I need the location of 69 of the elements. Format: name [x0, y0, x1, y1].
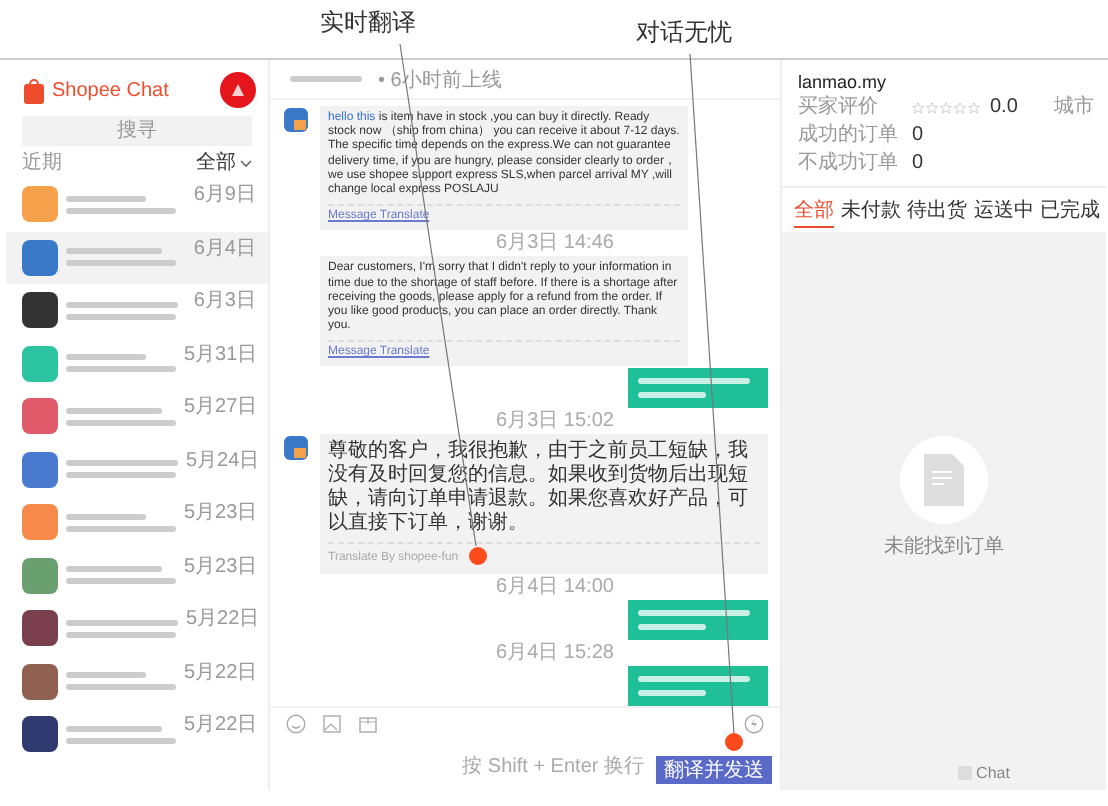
order-tab[interactable]: 未付款: [840, 200, 901, 228]
order-tab[interactable]: 已完成: [1040, 200, 1100, 228]
chat-date: 5月23日: [184, 555, 258, 577]
message-timestamp: 6月4日 15:28: [496, 642, 614, 665]
message-timestamp: 6月3日 15:02: [496, 410, 614, 433]
blurred-preview: [66, 407, 176, 426]
order-tab[interactable]: 运送中: [973, 200, 1034, 228]
chat-date: 6月4日: [193, 237, 256, 259]
city-label: 城市: [1054, 96, 1094, 120]
stat-label: 成功的订单: [798, 124, 900, 148]
outgoing-message-bubble: [628, 666, 768, 706]
chat-item[interactable]: 6月3日: [6, 284, 268, 337]
chat-date: 5月22日: [184, 714, 258, 736]
order-tab[interactable]: 待出货: [907, 200, 967, 228]
chat-item[interactable]: 5月23日: [6, 496, 268, 549]
blurred-preview: [66, 725, 176, 744]
rating-label: 买家评价: [798, 96, 880, 120]
chat-date: 5月24日: [186, 449, 260, 471]
blurred-preview: [66, 460, 178, 479]
translate-send-button[interactable]: 翻译并发送: [656, 756, 772, 784]
image-icon[interactable]: [322, 713, 342, 733]
section-label: 近期: [22, 152, 62, 176]
chat-item[interactable]: 5月22日: [6, 655, 268, 708]
chat-item[interactable]: 5月22日: [6, 708, 268, 761]
chat-date: 5月27日: [184, 396, 258, 418]
shopee-chat-logo: Shopee Chat: [22, 77, 169, 103]
rating-value: 0.0: [990, 96, 1018, 120]
blurred-preview: [66, 513, 176, 532]
emoji-icon[interactable]: [286, 713, 306, 733]
annotation-label: 实时翻译: [320, 6, 416, 40]
chat-date: 6月9日: [193, 184, 256, 206]
lightning-icon[interactable]: [744, 713, 764, 733]
chat-item[interactable]: 5月24日: [6, 443, 268, 496]
message-text: 尊敬的客户，我很抱歉，由于之前员工短缺，我没有及时回复您的信息。如果收到货物后出现短缺，请向订单申请退款。如果您喜欢好产品，可以直接下订单，谢谢。: [328, 440, 760, 545]
outgoing-message-bubble: [628, 368, 768, 409]
blurred-contact-name: [290, 76, 362, 82]
empty-orders-text: 未能找到订单: [884, 533, 1004, 560]
order-tab[interactable]: 全部: [794, 200, 834, 228]
chevron-down-icon[interactable]: [240, 160, 252, 168]
stat-value: 0: [912, 124, 924, 148]
chat-item[interactable]: 5月31日: [6, 337, 268, 390]
chat-date: 5月22日: [186, 608, 260, 630]
message-timestamp: 6月4日 14:00: [496, 576, 614, 599]
chat-date: 6月3日: [193, 290, 256, 312]
shop-avatar-icon[interactable]: [220, 72, 256, 108]
blurred-preview: [66, 566, 176, 585]
input-hint: 按 Shift + Enter 换行: [462, 753, 644, 780]
document-icon: [924, 454, 964, 506]
blurred-preview: [66, 354, 176, 373]
annotation-label: 对话无忧: [636, 16, 732, 50]
chat-date: 5月23日: [184, 502, 258, 524]
stat-value: 0: [912, 152, 924, 176]
buyer-name: lanmao.my: [798, 72, 889, 92]
outgoing-message-bubble: [628, 600, 768, 641]
search-field[interactable]: 搜寻: [22, 116, 252, 146]
filter-dropdown[interactable]: 全部: [196, 152, 252, 176]
message-timestamp: 6月3日 14:46: [496, 232, 614, 255]
blurred-preview: [66, 672, 176, 691]
box-icon[interactable]: [358, 713, 378, 733]
chat-item[interactable]: 5月23日: [6, 549, 268, 602]
blurred-preview: [66, 619, 178, 638]
chat-footer-logo: Chat: [958, 764, 1010, 782]
chat-date: 5月31日: [184, 343, 258, 365]
chat-item[interactable]: 5月27日: [6, 390, 268, 443]
chat-item[interactable]: 6月9日: [6, 178, 268, 231]
chat-item[interactable]: 5月22日: [6, 602, 268, 655]
chat-item[interactable]: 6月4日: [6, 231, 268, 284]
stat-label: 不成功订单: [798, 152, 900, 176]
chat-date: 5月22日: [184, 661, 258, 683]
